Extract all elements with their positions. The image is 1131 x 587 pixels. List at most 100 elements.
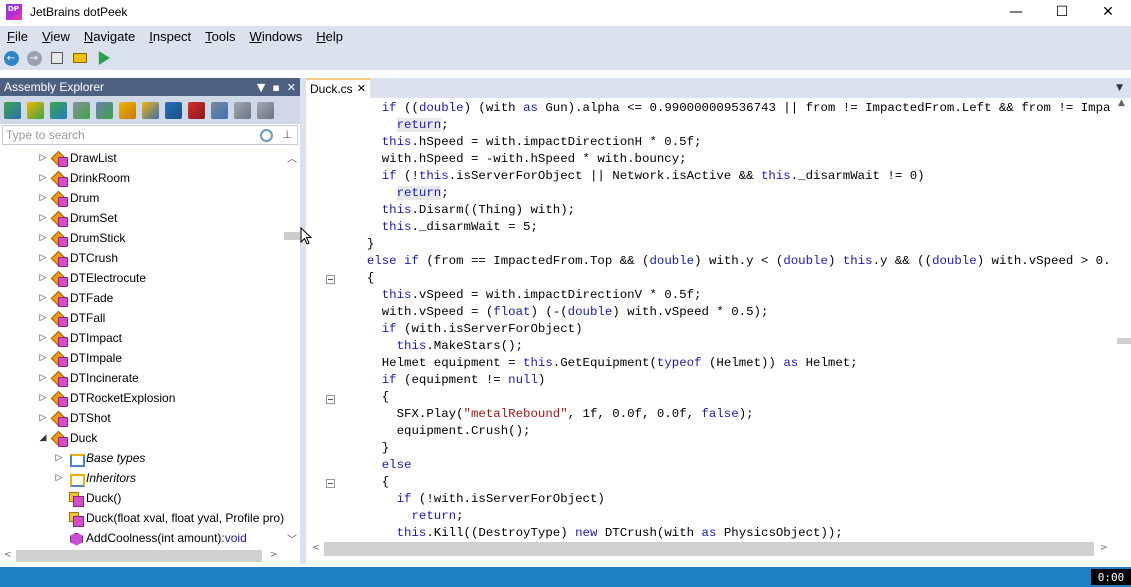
tree-item-dtincinerate[interactable]: ▷ DTIncinerate (38, 368, 139, 388)
open-folder-icon[interactable] (27, 101, 44, 119)
menu-file[interactable]: File (0, 29, 35, 44)
tree-item-base-types[interactable]: ▷ Base types (54, 448, 145, 468)
class-icon (52, 151, 68, 167)
expand-arrow-icon[interactable]: ▷ (38, 333, 48, 343)
run-toolbar-button[interactable] (94, 49, 112, 67)
assembly-search-input[interactable] (6, 128, 256, 142)
tree-item-duck-ctor[interactable]: Duck() (64, 488, 121, 508)
tree-item-drumset[interactable]: ▷ DrumSet (38, 208, 117, 228)
nuget-icon[interactable] (96, 101, 113, 119)
tab-close-icon[interactable]: ✕ (357, 82, 366, 95)
code-line: else if (from == ImpactedFrom.Top && (do… (366, 254, 1111, 268)
minimize-button[interactable]: — (993, 0, 1039, 24)
scroll-right-icon[interactable]: > (1100, 543, 1108, 553)
scroll-left-icon[interactable]: < (312, 543, 320, 553)
scroll-thumb[interactable] (1117, 338, 1131, 344)
panel-close-icon[interactable]: ✕ (287, 81, 296, 94)
tree-item-addcoolness[interactable]: AddCoolness(int amount):void (64, 528, 247, 548)
scroll-up-icon[interactable]: ▲ (1118, 98, 1125, 108)
expand-arrow-icon[interactable]: ▷ (38, 213, 48, 223)
expand-arrow-icon[interactable]: ▷ (38, 173, 48, 183)
expand-arrow-icon[interactable]: ▷ (38, 153, 48, 163)
tree-item-drinkroom[interactable]: ▷ DrinkRoom (38, 168, 130, 188)
tree-item-dtimpact[interactable]: ▷ DTImpact (38, 328, 122, 348)
tree-item-drawlist[interactable]: ▷ DrawList (38, 148, 117, 168)
tab-duck-cs[interactable]: Duck.cs ✕ (306, 78, 370, 98)
expand-arrow-icon[interactable]: ▷ (38, 313, 48, 323)
expand-arrow-icon[interactable]: ▷ (38, 373, 48, 383)
assembly-explorer-toolbar (0, 96, 300, 124)
expand-arrow-icon[interactable]: ▷ (38, 273, 48, 283)
fold-icon[interactable] (326, 395, 335, 404)
scroll-down-icon[interactable]: ﹀ (287, 531, 297, 546)
scroll-left-icon[interactable]: < (4, 550, 12, 560)
tree-item-inheritors[interactable]: ▷ Inheritors (54, 468, 136, 488)
tree-item-duck[interactable]: ◢ Duck (38, 428, 97, 448)
tree-item-duck-ctor-params[interactable]: Duck(float xval, float yval, Profile pro… (64, 508, 284, 528)
code-editor[interactable]: if ((double) (with as Gun).alpha <= 0.99… (306, 98, 1131, 564)
tab-list-dropdown-icon[interactable]: ▼ (1116, 83, 1123, 93)
expand-arrow-icon[interactable]: ▷ (54, 473, 64, 483)
tree-item-dtfade[interactable]: ▷ DTFade (38, 288, 113, 308)
key-icon[interactable] (119, 101, 136, 119)
menu-windows[interactable]: Windows (243, 29, 310, 44)
tree-item-dtimpale[interactable]: ▷ DTImpale (38, 348, 122, 368)
settings-toolbar-button[interactable] (48, 49, 66, 67)
editor-horizontal-scrollbar[interactable]: < > (306, 541, 1131, 557)
menu-tools[interactable]: Tools (198, 29, 242, 44)
search-pin-icon[interactable]: ⊥ (282, 128, 292, 141)
class-icon (52, 371, 68, 387)
fold-icon[interactable] (326, 479, 335, 488)
sync-icon[interactable] (211, 101, 228, 119)
open-list-icon[interactable] (50, 101, 67, 119)
scroll-thumb[interactable] (324, 542, 1094, 556)
remove-assembly-icon[interactable] (188, 101, 205, 119)
expand-arrow-icon[interactable]: ▷ (38, 393, 48, 403)
highlight-toolbar-button[interactable] (71, 49, 89, 67)
code-line: this.MakeStars(); (396, 339, 524, 353)
panel-pin-icon[interactable]: ▪ (272, 81, 279, 94)
expand-arrow-icon[interactable]: ▷ (38, 413, 48, 423)
save-list-icon[interactable] (165, 101, 182, 119)
code-line: return; (411, 509, 464, 523)
expand-arrow-icon[interactable]: ▷ (38, 193, 48, 203)
add-assembly-icon[interactable] (4, 101, 21, 119)
back-button[interactable]: ← (2, 49, 20, 67)
menu-view[interactable]: View (35, 29, 77, 44)
scroll-thumb[interactable] (284, 232, 300, 240)
expand-arrow-icon[interactable]: ▷ (38, 233, 48, 243)
tree-horizontal-scrollbar[interactable]: < > (0, 548, 300, 564)
expand-arrow-icon[interactable]: ▷ (38, 353, 48, 363)
menu-navigate[interactable]: Navigate (77, 29, 142, 44)
menu-help[interactable]: Help (309, 29, 350, 44)
forward-button[interactable]: → (25, 49, 43, 67)
tree-item-dtshot[interactable]: ▷ DTShot (38, 408, 111, 428)
play-icon (98, 51, 110, 65)
scroll-thumb[interactable] (16, 550, 262, 562)
class-icon (52, 411, 68, 427)
menu-inspect[interactable]: Inspect (142, 29, 198, 44)
tree-item-dtelectrocute[interactable]: ▷ DTElectrocute (38, 268, 146, 288)
fold-icon[interactable] (326, 275, 335, 284)
editor-vertical-scrollbar[interactable]: ▲ (1113, 98, 1131, 548)
collapse-all-icon[interactable] (234, 101, 251, 119)
tree-item-dtfall[interactable]: ▷ DTFall (38, 308, 105, 328)
scroll-up-icon[interactable]: ︿ (287, 150, 297, 165)
search-icon[interactable] (260, 129, 273, 142)
export-icon[interactable] (257, 101, 274, 119)
tree-item-dtrocketexplosion[interactable]: ▷ DTRocketExplosion (38, 388, 175, 408)
expand-arrow-icon[interactable]: ▷ (38, 253, 48, 263)
maximize-button[interactable]: ☐ (1039, 0, 1085, 24)
gac-icon[interactable] (73, 101, 90, 119)
scroll-right-icon[interactable]: > (270, 550, 278, 560)
tree-item-drum[interactable]: ▷ Drum (38, 188, 99, 208)
tree-item-dtcrush[interactable]: ▷ DTCrush (38, 248, 118, 268)
panel-dropdown-icon[interactable]: ▼ (257, 81, 265, 94)
expand-arrow-icon[interactable]: ▷ (38, 293, 48, 303)
expand-arrow-icon[interactable]: ▷ (54, 453, 64, 463)
collapse-arrow-icon[interactable]: ◢ (38, 433, 48, 443)
tree-vertical-scrollbar[interactable]: ︿ ﹀ (284, 148, 300, 548)
tree-item-drumstick[interactable]: ▷ DrumStick (38, 228, 125, 248)
group-icon[interactable] (142, 101, 159, 119)
close-window-button[interactable]: ✕ (1085, 0, 1131, 24)
